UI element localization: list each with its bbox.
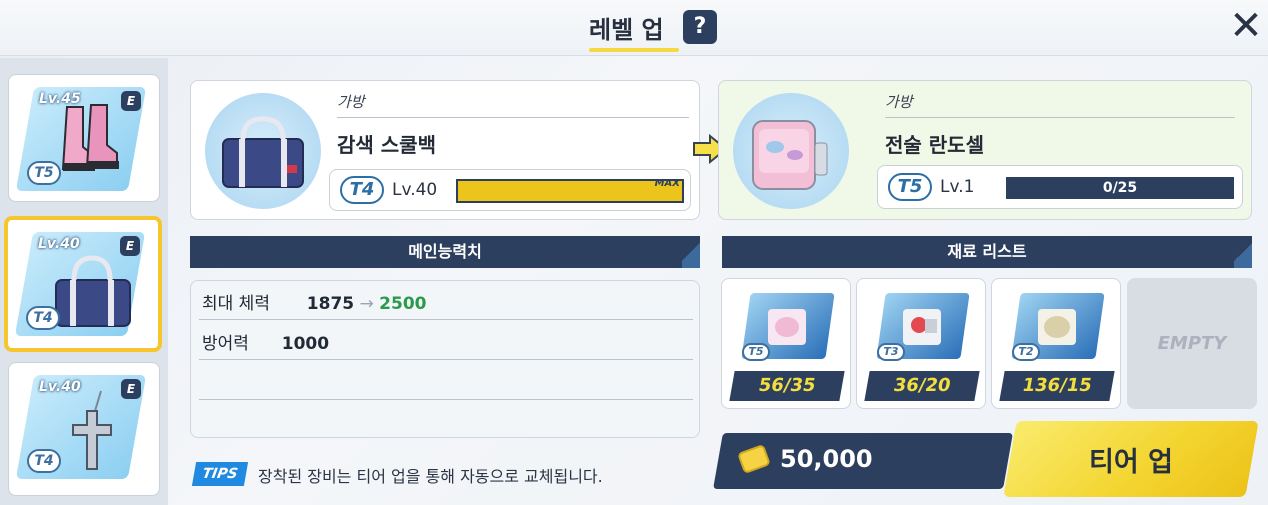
page-title: 레벨 업	[589, 16, 664, 44]
item-name: 감색 스쿨백	[337, 133, 436, 157]
material-empty-slot: EMPTY	[1127, 278, 1257, 409]
grade-badge: E	[121, 379, 141, 399]
item-level: Lv.40	[38, 236, 80, 252]
boots-icon	[61, 104, 119, 171]
exp-bar-track: MAX	[456, 178, 684, 203]
title-underline	[589, 48, 679, 52]
cost-amount: 50,000	[780, 445, 873, 473]
grade-badge: E	[121, 91, 141, 111]
level-box: T4 Lv.40 MAX	[329, 169, 691, 211]
stat-row-defense: 방어력 1000	[202, 329, 329, 354]
tier-badge: T5	[888, 173, 932, 201]
header-bar: 레벨 업 ? ✕	[0, 0, 1268, 56]
stat-arrow: →	[359, 294, 374, 314]
item-level: Lv.1	[940, 177, 975, 197]
tier-badge: T4	[27, 449, 61, 473]
item-level: Lv.40	[392, 180, 438, 200]
cross-necklace-icon	[72, 390, 112, 470]
item-level: Lv.45	[39, 91, 81, 107]
sidebar-item-bag[interactable]: Lv.40 E T4	[4, 216, 162, 352]
material-count: 36/20	[864, 371, 980, 401]
tier-badge: T5	[742, 343, 770, 361]
material-card[interactable]: T5 56/35	[721, 278, 851, 409]
item-level: Lv.40	[39, 379, 81, 395]
material-icon	[1038, 309, 1076, 345]
tier-badge: T3	[877, 343, 905, 361]
tier-badge: T5	[27, 161, 61, 185]
max-label: MAX	[654, 178, 680, 189]
stat-new-value: 2500	[379, 294, 427, 314]
tier-up-label[interactable]: 티어 업	[1010, 440, 1252, 479]
empty-label: EMPTY	[1157, 333, 1227, 354]
tier-badge: T4	[340, 176, 384, 204]
help-button[interactable]: ?	[683, 10, 717, 44]
row-divider	[199, 319, 693, 320]
main-stats-header: 메인능력치	[190, 236, 700, 268]
material-count: 56/35	[729, 371, 845, 401]
tier-badge: T4	[26, 306, 60, 330]
stat-value: 1000	[281, 334, 330, 354]
divider	[337, 117, 689, 118]
tips-badge: TIPS	[191, 462, 249, 486]
divider	[885, 117, 1235, 118]
materials-header: 재료 리스트	[722, 236, 1252, 268]
sidebar-item-necklace[interactable]: Lv.40 E T4	[8, 362, 160, 496]
stat-row-hp: 최대 체력 1875 → 2500	[202, 289, 427, 314]
exp-bar-track: 0/25	[1006, 177, 1234, 199]
item-category: 가방	[337, 93, 365, 111]
level-box: T5 Lv.1 0/25	[877, 165, 1243, 209]
material-icon	[903, 309, 941, 345]
sidebar-item-boots[interactable]: Lv.45 E T5	[8, 74, 160, 202]
material-count: 136/15	[999, 371, 1115, 401]
tips-text: 장착된 장비는 티어 업을 통해 자동으로 교체됩니다.	[258, 467, 603, 486]
exp-text: 0/25	[1102, 180, 1138, 196]
row-divider	[199, 399, 693, 400]
stat-value: 1875	[306, 294, 355, 314]
stat-label: 방어력	[202, 334, 249, 354]
material-card[interactable]: T3 36/20	[856, 278, 986, 409]
item-category: 가방	[885, 93, 913, 111]
close-icon[interactable]: ✕	[1226, 6, 1266, 46]
bag-icon	[222, 116, 304, 188]
material-icon	[768, 309, 806, 345]
bag-icon	[55, 255, 131, 327]
row-divider	[199, 359, 693, 360]
exp-bar-fill	[458, 181, 682, 201]
tier-badge: T2	[1012, 343, 1040, 361]
material-card[interactable]: T2 136/15	[991, 278, 1121, 409]
stat-label: 최대 체력	[202, 294, 270, 314]
backpack-icon	[752, 120, 828, 190]
item-name: 전술 란도셀	[885, 133, 984, 157]
grade-badge: E	[120, 236, 140, 256]
current-item-panel: 가방 감색 스쿨백 T4 Lv.40 MAX	[190, 80, 700, 220]
next-item-panel: 가방 전술 란도셀 T5 Lv.1 0/25	[718, 80, 1252, 220]
